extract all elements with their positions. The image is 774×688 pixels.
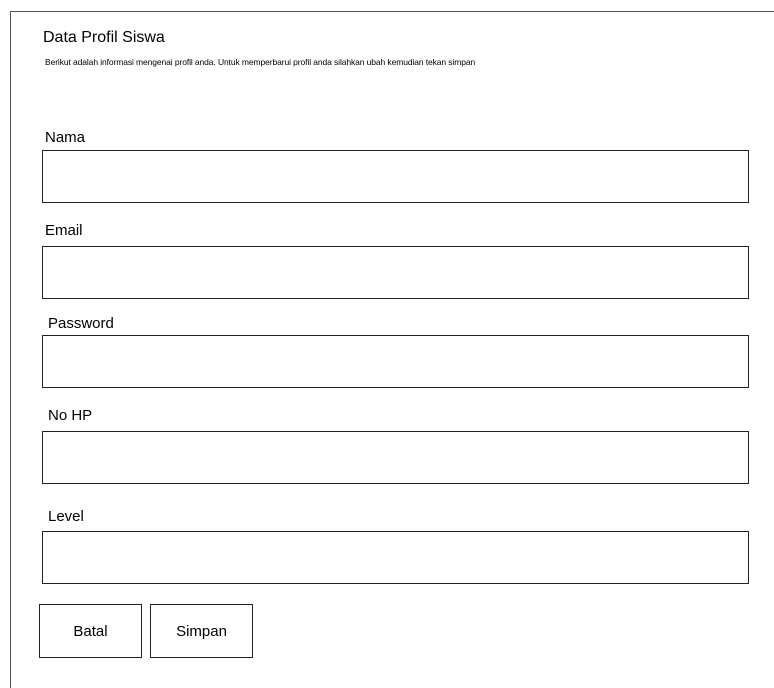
nama-input[interactable] — [42, 150, 749, 203]
email-label: Email — [45, 222, 83, 239]
no-hp-label: No HP — [48, 407, 93, 424]
password-input[interactable] — [42, 335, 749, 388]
password-label: Password — [48, 315, 114, 332]
email-input[interactable] — [42, 246, 749, 299]
cancel-button[interactable]: Batal — [39, 604, 142, 658]
no-hp-input[interactable] — [42, 431, 749, 484]
level-input[interactable] — [42, 531, 749, 584]
page-description: Berikut adalah informasi mengenai profil… — [45, 57, 476, 67]
save-button[interactable]: Simpan — [150, 604, 253, 658]
page-title: Data Profil Siswa — [43, 29, 165, 46]
level-label: Level — [48, 508, 84, 525]
nama-label: Nama — [45, 129, 86, 146]
